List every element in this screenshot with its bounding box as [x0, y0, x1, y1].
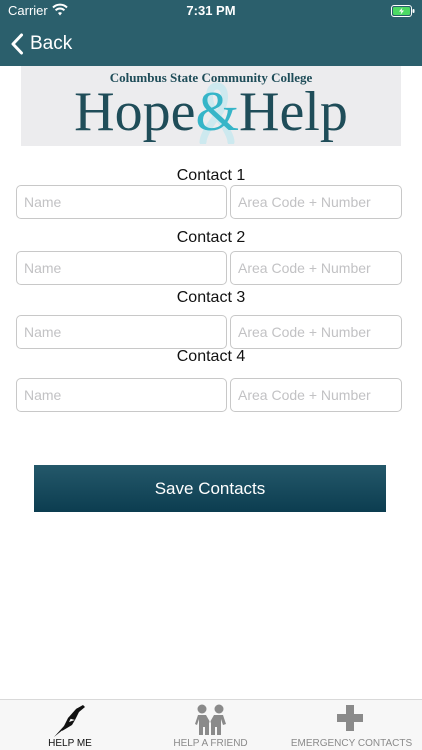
tab-help-me[interactable]: HELP ME	[0, 700, 140, 750]
chevron-left-icon	[11, 33, 23, 55]
friends-icon	[195, 704, 226, 735]
tab-bar: HELP ME HELP A FRIEND EMERGENCY CONTACTS	[0, 699, 422, 750]
back-label: Back	[30, 33, 73, 54]
tab-emergency-contacts[interactable]: EMERGENCY CONTACTS	[281, 700, 422, 750]
battery-charging-icon	[391, 5, 415, 17]
banner-title-hope: Hope	[74, 81, 196, 143]
college-banner: Columbus State Community College Hope&He…	[21, 66, 401, 146]
contact-2-name-input[interactable]	[16, 251, 227, 285]
back-button[interactable]: Back	[10, 30, 72, 58]
contact-1-phone-input[interactable]	[230, 185, 402, 219]
status-bar: Carrier 7:31 PM	[0, 0, 422, 22]
contact-4-name-input[interactable]	[16, 378, 227, 412]
navigation-bar: Carrier 7:31 PM Back	[0, 0, 422, 66]
hands-icon	[54, 705, 85, 737]
contact-3-label: Contact 3	[176, 289, 246, 306]
contact-4-label: Contact 4	[176, 348, 246, 365]
contact-1-name-input[interactable]	[16, 185, 227, 219]
tab-help-me-label: HELP ME	[48, 738, 92, 749]
save-contacts-button[interactable]: Save Contacts	[34, 465, 386, 512]
contact-3-name-input[interactable]	[16, 315, 227, 349]
tab-emergency-contacts-label: EMERGENCY CONTACTS	[290, 738, 413, 749]
banner-title: Hope&Help	[21, 81, 401, 143]
contact-2-phone-input[interactable]	[230, 251, 402, 285]
contact-2-label: Contact 2	[176, 229, 246, 246]
medical-cross-icon	[337, 705, 363, 731]
contact-4-phone-input[interactable]	[230, 378, 402, 412]
status-time: 7:31 PM	[186, 3, 236, 18]
tab-help-a-friend[interactable]: HELP A FRIEND	[140, 700, 281, 750]
banner-title-help: Help	[239, 81, 348, 143]
banner-title-ampersand: &	[195, 81, 239, 143]
contact-1-label: Contact 1	[176, 167, 246, 184]
tab-help-a-friend-label: HELP A FRIEND	[173, 738, 248, 749]
contact-3-phone-input[interactable]	[230, 315, 402, 349]
